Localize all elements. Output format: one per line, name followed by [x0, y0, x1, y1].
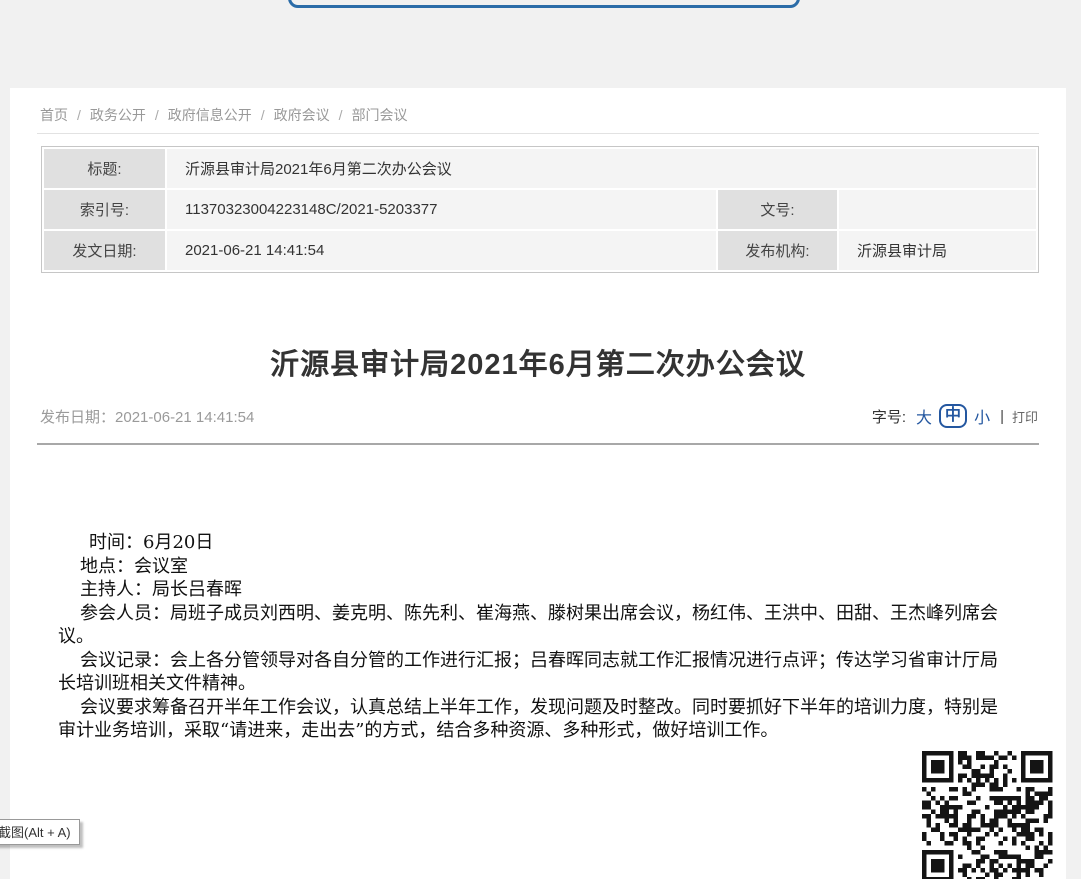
- breadcrumb-separator: /: [77, 107, 81, 123]
- paragraph-place: 地点：会议室: [58, 555, 1008, 579]
- meta-label-title: 标题:: [44, 149, 165, 188]
- breadcrumb-item-zhengwu[interactable]: 政务公开: [90, 107, 146, 123]
- table-row: 索引号: 11370323004223148C/2021-5203377 文号:: [44, 190, 1036, 229]
- font-size-small-button[interactable]: 小: [974, 404, 990, 428]
- print-button[interactable]: 打印: [1012, 407, 1038, 426]
- font-size-large-button[interactable]: 大: [916, 404, 932, 428]
- article-title: 沂源县审计局2021年6月第二次办公会议: [10, 345, 1066, 385]
- publish-date: 发布日期：2021-06-21 14:41:54: [40, 406, 254, 427]
- qr-code: [922, 751, 1053, 879]
- page: { "breadcrumb": { "separator": "/", "ite…: [0, 0, 1081, 879]
- table-row: 标题: 沂源县审计局2021年6月第二次办公会议: [44, 149, 1036, 188]
- title-divider: [37, 443, 1039, 445]
- publish-date-label: 发布日期：: [40, 409, 115, 426]
- meta-value-agency: 沂源县审计局: [839, 231, 1036, 270]
- article-body: 时间：6月20日 地点：会议室 主持人：局长吕春晖 参会人员：局班子成员刘西明、…: [58, 531, 1008, 743]
- breadcrumb-separator: /: [155, 107, 159, 123]
- breadcrumb-divider: [37, 133, 1039, 134]
- meta-value-index: 11370323004223148C/2021-5203377: [167, 190, 716, 229]
- breadcrumb-separator: /: [261, 107, 265, 123]
- meta-label-index: 索引号:: [44, 190, 165, 229]
- paragraph-attendees: 参会人员：局班子成员刘西明、姜克明、陈先利、崔海燕、滕树果出席会议，杨红伟、王洪…: [58, 602, 1008, 649]
- breadcrumb-item-gov-meeting[interactable]: 政府会议: [274, 107, 330, 123]
- breadcrumb-item-info[interactable]: 政府信息公开: [168, 107, 252, 123]
- publish-date-value: 2021-06-21 14:41:54: [115, 409, 254, 426]
- font-size-medium-button[interactable]: 中: [939, 404, 967, 428]
- meta-label-agency: 发布机构:: [718, 231, 837, 270]
- paragraph-record: 会议记录：会上各分管领导对各自分管的工作进行汇报；吕春晖同志就工作汇报情况进行点…: [58, 649, 1008, 696]
- font-controls: 字号: 大 中 小 | 打印: [872, 404, 1038, 428]
- controls-separator: |: [1000, 408, 1004, 425]
- screenshot-tooltip: 截图(Alt + A): [0, 819, 80, 845]
- date-row: 发布日期：2021-06-21 14:41:54 字号: 大 中 小 | 打印: [40, 403, 1038, 429]
- breadcrumb-item-dept-meeting[interactable]: 部门会议: [352, 107, 408, 123]
- breadcrumb: 首页 / 政务公开 / 政府信息公开 / 政府会议 / 部门会议: [10, 88, 1066, 125]
- meta-label-docnum: 文号:: [718, 190, 837, 229]
- content-card: 首页 / 政务公开 / 政府信息公开 / 政府会议 / 部门会议 标题: 沂源县审计局2021年…: [10, 88, 1066, 879]
- meta-label-date: 发文日期:: [44, 231, 165, 270]
- search-box-partial[interactable]: [288, 0, 800, 8]
- breadcrumb-item-home[interactable]: 首页: [40, 107, 68, 123]
- paragraph-requirements: 会议要求筹备召开半年工作会议，认真总结上半年工作，发现问题及时整改。同时要抓好下…: [58, 696, 1008, 743]
- meta-table: 标题: 沂源县审计局2021年6月第二次办公会议 索引号: 1137032300…: [41, 146, 1039, 273]
- breadcrumb-separator: /: [339, 107, 343, 123]
- font-size-label: 字号:: [872, 406, 906, 427]
- paragraph-host: 主持人：局长吕春晖: [58, 578, 1008, 602]
- meta-value-docnum: [839, 190, 1036, 229]
- meta-value-title: 沂源县审计局2021年6月第二次办公会议: [167, 149, 1036, 188]
- paragraph-time: 时间：6月20日: [58, 531, 1008, 555]
- meta-value-date: 2021-06-21 14:41:54: [167, 231, 716, 270]
- table-row: 发文日期: 2021-06-21 14:41:54 发布机构: 沂源县审计局: [44, 231, 1036, 270]
